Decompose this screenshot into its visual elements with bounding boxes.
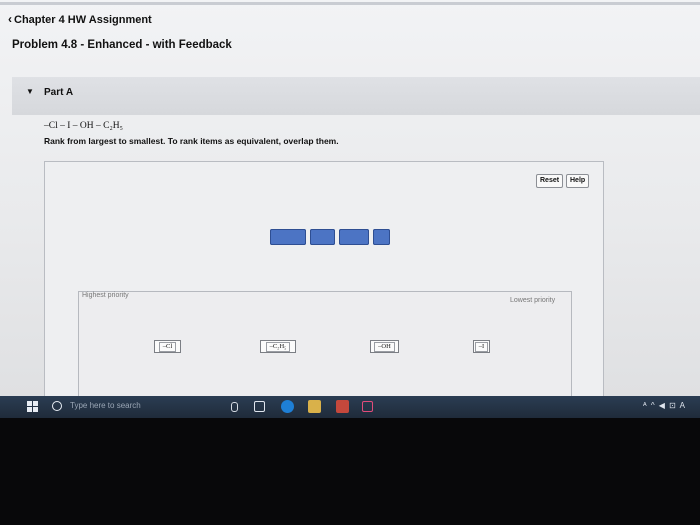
question-instructions: Rank from largest to smallest. To rank i… — [44, 136, 339, 146]
draggable-tile[interactable] — [373, 229, 390, 245]
chevron-left-icon: ‹ — [8, 12, 12, 26]
system-tray[interactable]: ᴬ ^ ◀ ⊡ A — [643, 401, 686, 410]
monitor-bezel — [0, 418, 700, 525]
rank-item-label: –I — [474, 341, 489, 352]
caret-down-icon[interactable]: ▼ — [26, 87, 34, 96]
rank-item-c2h5[interactable]: –C₂H₅ — [260, 340, 296, 353]
rank-item-cl[interactable]: –Cl — [154, 340, 181, 353]
ranking-drop-zone[interactable] — [78, 291, 572, 398]
windows-taskbar: Type here to search ᴬ ^ ◀ ⊡ A — [0, 396, 700, 418]
browser-screen: ‹ Chapter 4 HW Assignment Problem 4.8 - E… — [0, 0, 700, 398]
rank-item-i[interactable]: –I — [473, 340, 490, 353]
cortana-circle-icon[interactable] — [52, 401, 62, 411]
rank-item-label: –C₂H₅ — [265, 341, 291, 352]
help-button[interactable]: Help — [566, 174, 590, 188]
back-to-assignment-link[interactable]: ‹ Chapter 4 HW Assignment — [8, 12, 152, 26]
top-divider — [0, 2, 700, 5]
app-icon[interactable] — [336, 400, 349, 413]
edge-browser-icon[interactable] — [281, 400, 294, 413]
part-header[interactable] — [12, 77, 700, 115]
reset-button[interactable]: Reset — [536, 174, 564, 188]
microphone-icon[interactable] — [231, 402, 238, 412]
lowest-priority-label: Lowest priority — [510, 297, 556, 304]
file-explorer-icon[interactable] — [308, 400, 321, 413]
part-label[interactable]: Part A — [44, 87, 73, 98]
windows-logo-icon[interactable] — [27, 401, 38, 412]
rank-item-label: –Cl — [158, 341, 177, 352]
rank-item-label: –OH — [374, 341, 395, 352]
question-formula: –Cl – I – OH – C₂H₅ — [44, 121, 123, 131]
rank-item-oh[interactable]: –OH — [370, 340, 399, 353]
page-title: Problem 4.8 - Enhanced - with Feedback — [12, 39, 232, 51]
mail-icon[interactable] — [362, 401, 373, 412]
task-view-icon[interactable] — [254, 401, 265, 412]
draggable-tile[interactable] — [270, 229, 306, 245]
taskbar-search-input[interactable]: Type here to search — [70, 401, 141, 410]
highest-priority-label: Highest priority — [82, 292, 129, 299]
draggable-tile[interactable] — [339, 229, 369, 245]
back-link-label: Chapter 4 HW Assignment — [14, 14, 152, 26]
draggable-tile[interactable] — [310, 229, 335, 245]
